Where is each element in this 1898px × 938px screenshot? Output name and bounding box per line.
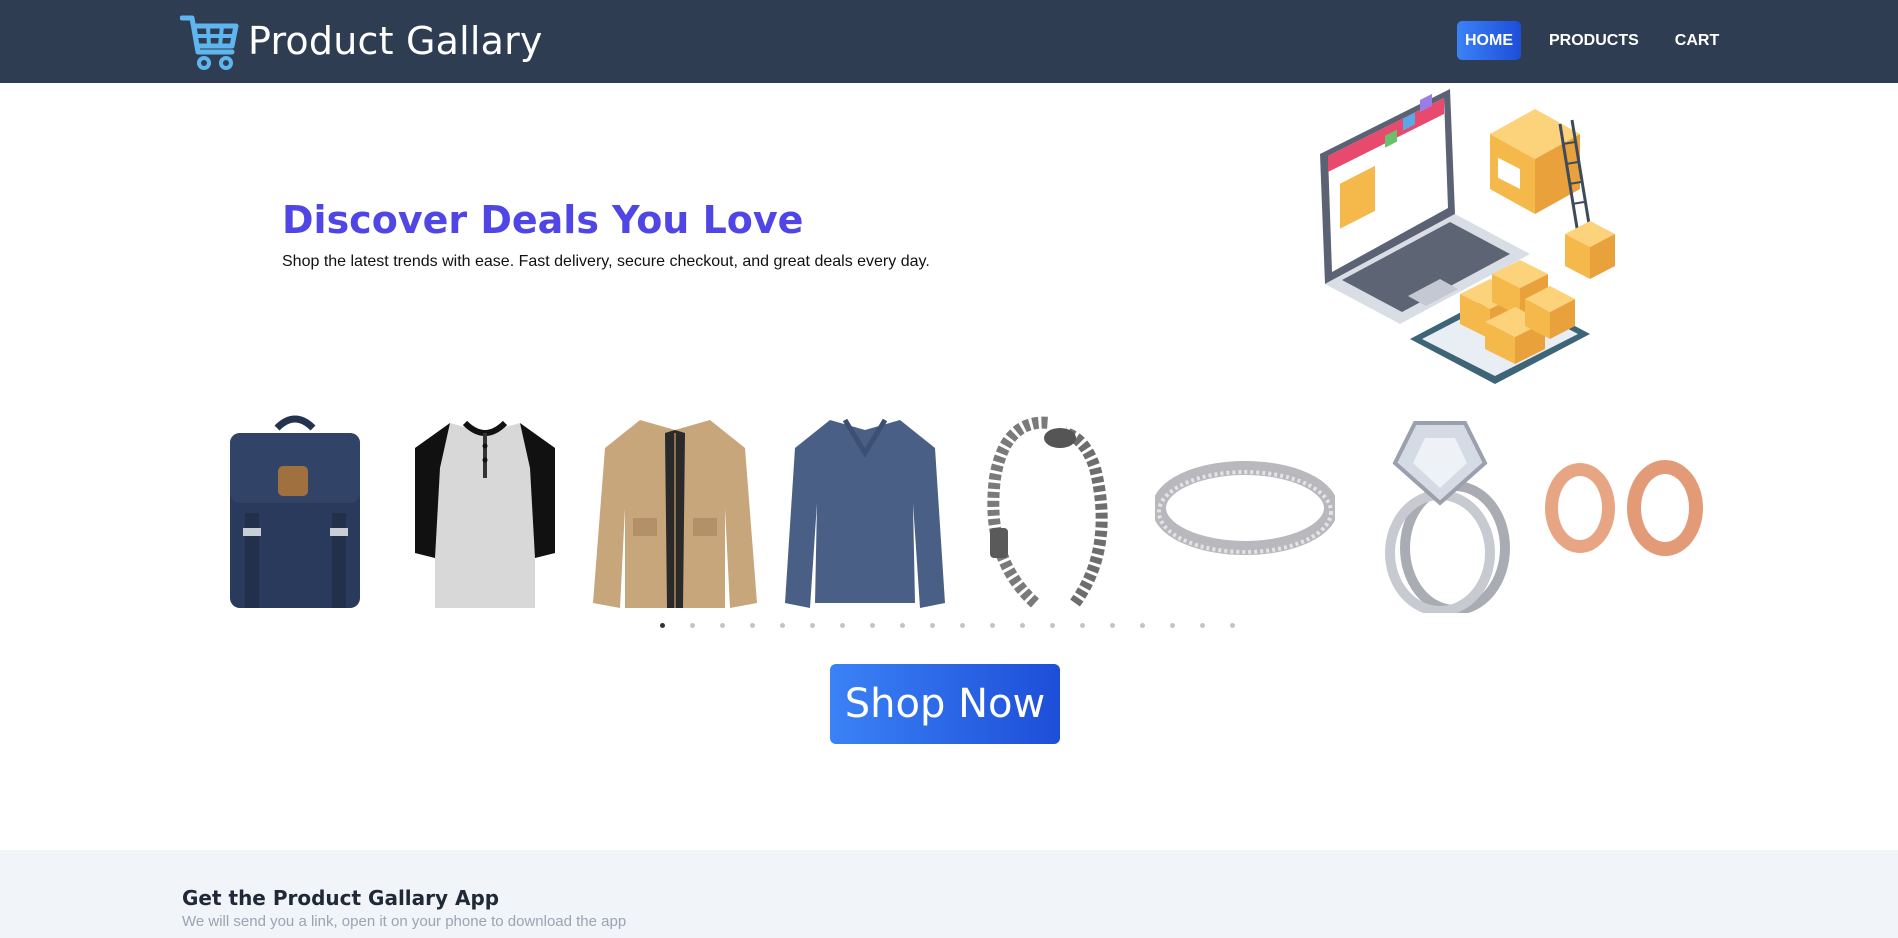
laptop-ecommerce-illustration bbox=[1320, 89, 1615, 384]
carousel-item-long-sleeve-shirt[interactable] bbox=[770, 405, 960, 615]
carousel-dot[interactable] bbox=[1110, 623, 1115, 628]
bracelet-icon bbox=[987, 416, 1108, 607]
product-carousel[interactable] bbox=[200, 400, 1720, 615]
backpack-icon bbox=[230, 415, 360, 608]
carousel-dot[interactable] bbox=[900, 623, 905, 628]
ear-tunnels-icon bbox=[1545, 459, 1703, 556]
hero-title: Discover Deals You Love bbox=[282, 198, 804, 242]
ring-icon bbox=[1155, 460, 1335, 555]
carousel-dot[interactable] bbox=[780, 623, 785, 628]
carousel-item-rose-gold-tunnels[interactable] bbox=[1530, 405, 1720, 615]
carousel-dot[interactable] bbox=[990, 623, 995, 628]
carousel-dot[interactable] bbox=[870, 623, 875, 628]
carousel-dot[interactable] bbox=[720, 623, 725, 628]
carousel-dot[interactable] bbox=[660, 623, 665, 628]
carousel-item-dragon-bracelet[interactable] bbox=[960, 405, 1150, 615]
carousel-item-jacket[interactable] bbox=[580, 405, 770, 615]
shopping-cart-icon bbox=[180, 15, 239, 70]
carousel-item-diamond-ring-set[interactable] bbox=[1340, 405, 1530, 615]
carousel-dots bbox=[660, 623, 1260, 628]
carousel-item-silver-ring[interactable] bbox=[1150, 405, 1340, 615]
long-sleeve-shirt-icon bbox=[785, 418, 945, 608]
brand-title: Product Gallary bbox=[248, 19, 543, 63]
carousel-dot[interactable] bbox=[1020, 623, 1025, 628]
carousel-dot[interactable] bbox=[1230, 623, 1235, 628]
carousel-dot[interactable] bbox=[1170, 623, 1175, 628]
carousel-dot[interactable] bbox=[1080, 623, 1085, 628]
nav-products[interactable]: PRODUCTS bbox=[1541, 21, 1647, 60]
carousel-dot[interactable] bbox=[1050, 623, 1055, 628]
carousel-dot[interactable] bbox=[840, 623, 845, 628]
carousel-dot[interactable] bbox=[810, 623, 815, 628]
brand[interactable]: Product Gallary bbox=[180, 10, 543, 72]
app-download-section: Get the Product Gallary App We will send… bbox=[0, 850, 1898, 938]
shop-now-button[interactable]: Shop Now bbox=[830, 664, 1060, 744]
carousel-dot[interactable] bbox=[1200, 623, 1205, 628]
carousel-item-backpack[interactable] bbox=[200, 405, 390, 615]
carousel-dot[interactable] bbox=[930, 623, 935, 628]
jacket-icon bbox=[593, 419, 757, 608]
main-nav: HOME PRODUCTS CART bbox=[1457, 21, 1727, 60]
nav-home[interactable]: HOME bbox=[1457, 21, 1521, 60]
carousel-dot[interactable] bbox=[1140, 623, 1145, 628]
carousel-item-henley-shirt[interactable] bbox=[390, 405, 580, 615]
carousel-dot[interactable] bbox=[750, 623, 755, 628]
henley-shirt-icon bbox=[415, 420, 555, 608]
app-section-title: Get the Product Gallary App bbox=[182, 886, 500, 910]
carousel-dot[interactable] bbox=[960, 623, 965, 628]
carousel-dot[interactable] bbox=[690, 623, 695, 628]
diamond-ring-icon bbox=[1385, 420, 1510, 613]
hero-subtitle: Shop the latest trends with ease. Fast d… bbox=[282, 253, 930, 270]
app-section-subtitle: We will send you a link, open it on your… bbox=[182, 913, 627, 930]
navbar: Product Gallary HOME PRODUCTS CART bbox=[0, 0, 1898, 83]
nav-cart[interactable]: CART bbox=[1667, 21, 1727, 60]
